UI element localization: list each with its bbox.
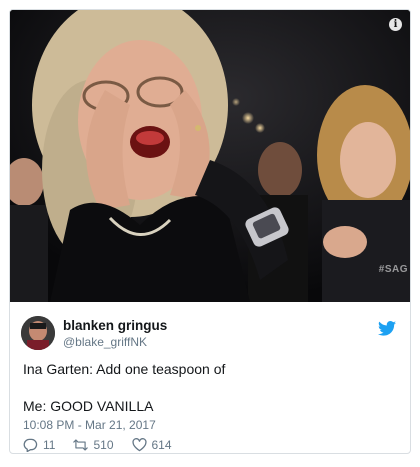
tweet-actions: 11 510 614 (23, 437, 190, 453)
tweet-text-line-2: Me: GOOD VANILLA (23, 398, 154, 414)
retweet-count: 510 (93, 438, 114, 452)
avatar[interactable] (21, 316, 55, 350)
reply-button[interactable]: 11 (23, 438, 55, 452)
tweet-card: i #SAG blanken gringus @blake_griffNK In… (9, 9, 411, 454)
like-count: 614 (151, 438, 172, 452)
retweet-icon (73, 439, 89, 451)
avatar-image (21, 316, 55, 350)
like-icon (131, 438, 147, 452)
reply-count: 11 (43, 438, 56, 452)
twitter-bird-icon[interactable] (378, 321, 396, 336)
tweet-timestamp[interactable]: 10:08 PM - Mar 21, 2017 (23, 418, 156, 432)
tweet-media-image[interactable]: i #SAG (10, 10, 410, 302)
display-name[interactable]: blanken gringus (63, 318, 167, 333)
tweet-text-line-1: Ina Garten: Add one teaspoon of (23, 361, 226, 377)
info-icon[interactable]: i (389, 18, 402, 31)
like-button[interactable]: 614 (131, 438, 172, 452)
reply-icon (23, 438, 38, 452)
tweet-body: blanken gringus @blake_griffNK Ina Garte… (10, 302, 410, 453)
gif-scene (10, 10, 410, 302)
retweet-button[interactable]: 510 (73, 438, 114, 452)
user-handle[interactable]: @blake_griffNK (63, 335, 147, 349)
watermark: #SAG (378, 264, 408, 275)
